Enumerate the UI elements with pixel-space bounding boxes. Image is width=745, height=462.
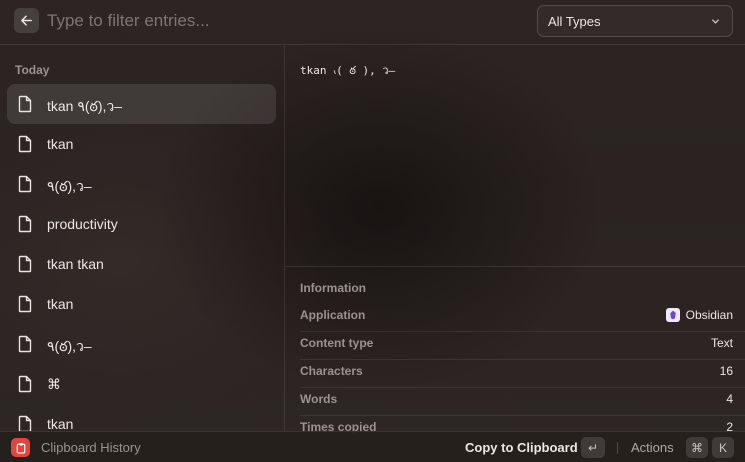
arrow-left-icon [21, 15, 32, 26]
document-icon [18, 135, 32, 153]
document-icon [18, 175, 32, 193]
footer-separator [617, 442, 618, 454]
search-input[interactable] [47, 8, 517, 34]
info-row-characters: Characters 16 [300, 360, 745, 388]
entry-preview-text: tkan ៶( ఠ ), ว– [300, 64, 396, 77]
list-item[interactable]: tkan [7, 124, 276, 164]
list-item[interactable]: tkan ٩(ఠ),ว– [7, 84, 276, 124]
list-item[interactable]: ⌘ [7, 364, 276, 404]
type-filter-dropdown[interactable]: All Types [537, 5, 733, 37]
chevron-down-icon [712, 19, 719, 24]
type-filter-value: All Types [548, 14, 601, 29]
information-title: Information [300, 281, 366, 295]
document-icon [18, 95, 32, 113]
info-value-text: Obsidian [685, 308, 733, 322]
k-key-shortcut: K [712, 437, 734, 458]
action-bar: Clipboard History Copy to Clipboard ↵ Ac… [0, 431, 745, 462]
info-value: Obsidian [665, 308, 733, 322]
document-icon [18, 215, 32, 233]
list-item[interactable]: tkan [7, 404, 276, 431]
info-key: Content type [300, 336, 374, 350]
command-key-shortcut: ⌘ [686, 437, 708, 458]
panel-divider [284, 46, 285, 431]
info-key: Characters [300, 364, 363, 378]
entries-list: Today tkan ٩(ఠ),ว– tkan ٩(ఠ),ว– producti… [0, 46, 284, 431]
list-item-label: productivity [47, 216, 118, 232]
copy-to-clipboard-button[interactable]: Copy to Clipboard [465, 440, 578, 455]
info-row-application: Application Obsidian [300, 304, 745, 332]
list-item-label: ⌘ [47, 376, 61, 392]
list-item-label: ٩(ఠ),ว– [47, 178, 92, 194]
info-divider [285, 266, 745, 267]
list-item[interactable]: ٩(ఠ),ว– [7, 164, 276, 204]
document-icon [18, 295, 32, 313]
list-item-label: tkan [47, 416, 74, 431]
back-button[interactable] [14, 8, 39, 33]
header-bar: All Types [0, 0, 745, 45]
list-item-label: tkan [47, 296, 74, 312]
list-item-label: tkan ٩(ఠ),ว– [47, 98, 123, 114]
info-value: 16 [719, 364, 733, 378]
document-icon [18, 375, 32, 393]
actions-button[interactable]: Actions [631, 440, 674, 455]
info-key: Application [300, 308, 366, 322]
section-title-today: Today [15, 63, 50, 77]
document-icon [18, 335, 32, 353]
info-row-words: Words 4 [300, 388, 745, 416]
clipboard-history-window: All Types Today tkan ٩(ఠ),ว– tkan ٩(ఠ),ว… [0, 0, 745, 462]
list-item[interactable]: tkan [7, 284, 276, 324]
document-icon [18, 255, 32, 273]
document-icon [18, 415, 32, 431]
list-item-label: tkan tkan [47, 256, 104, 272]
app-name: Clipboard History [41, 440, 141, 455]
list-item[interactable]: tkan tkan [7, 244, 276, 284]
list-item-label: tkan [47, 136, 74, 152]
info-value: 4 [726, 392, 733, 406]
list-item-label: ٩(ఠ),ว– [47, 338, 92, 354]
list-item[interactable]: ٩(ఠ),ว– [7, 324, 276, 364]
clipboard-icon [11, 438, 30, 457]
info-key: Words [300, 392, 338, 406]
obsidian-icon [665, 308, 680, 322]
info-row-content-type: Content type Text [300, 332, 745, 360]
list-item[interactable]: productivity [7, 204, 276, 244]
info-value: Text [710, 336, 733, 350]
return-key-shortcut: ↵ [581, 437, 605, 458]
